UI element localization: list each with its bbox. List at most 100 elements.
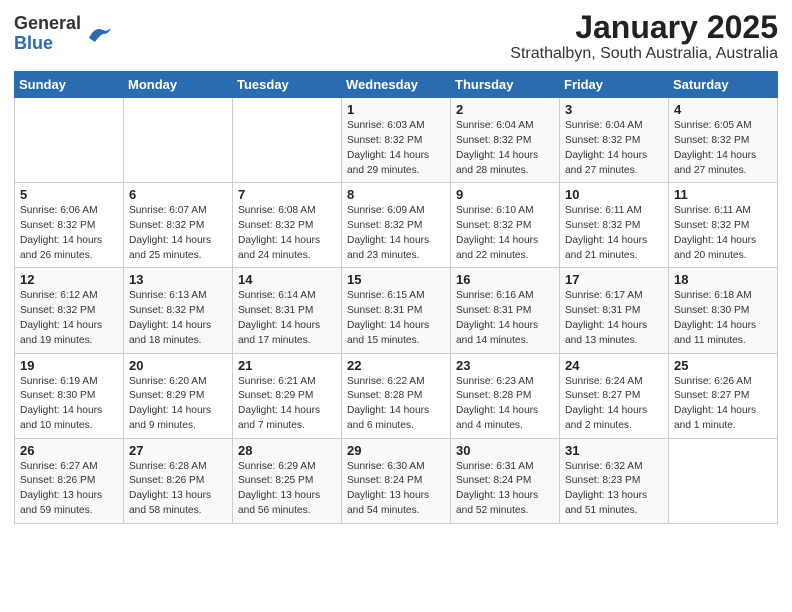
table-row: 5 Sunrise: 6:06 AM Sunset: 8:32 PM Daylig… bbox=[15, 183, 124, 268]
day-number: 12 bbox=[20, 272, 118, 287]
day-number: 18 bbox=[674, 272, 772, 287]
calendar-week-row: 26Sunrise: 6:27 AM Sunset: 8:26 PM Dayli… bbox=[15, 438, 778, 523]
calendar-week-row: 5 Sunrise: 6:06 AM Sunset: 8:32 PM Daylig… bbox=[15, 183, 778, 268]
table-row: 1Sunrise: 6:03 AM Sunset: 8:32 PM Daylig… bbox=[342, 98, 451, 183]
day-info: Sunrise: 6:09 AM Sunset: 8:32 PM Dayligh… bbox=[347, 204, 445, 263]
table-row: 19 Sunrise: 6:19 AM Sunset: 8:30 PM Dayli… bbox=[15, 353, 124, 438]
day-number: 10 bbox=[565, 187, 663, 202]
day-info: Sunrise: 6:13 AM Sunset: 8:32 PM Dayligh… bbox=[129, 289, 227, 348]
day-number: 14 bbox=[238, 272, 336, 287]
day-number: 4 bbox=[674, 102, 772, 117]
table-row: 20 Sunrise: 6:20 AM Sunset: 8:29 PM Dayli… bbox=[124, 353, 233, 438]
table-row: 25 Sunrise: 6:26 AM Sunset: 8:27 PM Dayli… bbox=[669, 353, 778, 438]
calendar-title: January 2025 bbox=[510, 10, 778, 45]
day-number: 11 bbox=[674, 187, 772, 202]
day-info: Sunrise: 6:18 AM Sunset: 8:30 PM Dayligh… bbox=[674, 289, 772, 348]
day-number: 7 bbox=[238, 187, 336, 202]
day-info: Sunrise: 6:06 AM Sunset: 8:32 PM Dayligh… bbox=[20, 204, 118, 263]
table-row: 26Sunrise: 6:27 AM Sunset: 8:26 PM Dayli… bbox=[15, 438, 124, 523]
table-row: 11 Sunrise: 6:11 AM Sunset: 8:32 PM Dayli… bbox=[669, 183, 778, 268]
day-number: 29 bbox=[347, 443, 445, 458]
table-row bbox=[124, 98, 233, 183]
logo: General Blue bbox=[14, 10, 113, 54]
day-info: Sunrise: 6:03 AM Sunset: 8:32 PM Dayligh… bbox=[347, 119, 445, 178]
day-number: 23 bbox=[456, 358, 554, 373]
header-friday: Friday bbox=[560, 72, 669, 98]
table-row bbox=[233, 98, 342, 183]
day-info: Sunrise: 6:22 AM Sunset: 8:28 PM Dayligh… bbox=[347, 375, 445, 434]
day-number: 27 bbox=[129, 443, 227, 458]
calendar-subtitle: Strathalbyn, South Australia, Australia bbox=[510, 45, 778, 63]
day-info: Sunrise: 6:07 AM Sunset: 8:32 PM Dayligh… bbox=[129, 204, 227, 263]
day-info: Sunrise: 6:10 AM Sunset: 8:32 PM Dayligh… bbox=[456, 204, 554, 263]
day-info: Sunrise: 6:11 AM Sunset: 8:32 PM Dayligh… bbox=[565, 204, 663, 263]
table-row: 9Sunrise: 6:10 AM Sunset: 8:32 PM Daylig… bbox=[451, 183, 560, 268]
logo-bird-icon bbox=[85, 24, 113, 44]
day-number: 20 bbox=[129, 358, 227, 373]
calendar-week-row: 12 Sunrise: 6:12 AM Sunset: 8:32 PM Dayli… bbox=[15, 268, 778, 353]
day-number: 2 bbox=[456, 102, 554, 117]
day-info: Sunrise: 6:04 AM Sunset: 8:32 PM Dayligh… bbox=[456, 119, 554, 178]
header-wednesday: Wednesday bbox=[342, 72, 451, 98]
day-number: 17 bbox=[565, 272, 663, 287]
day-info: Sunrise: 6:12 AM Sunset: 8:32 PM Dayligh… bbox=[20, 289, 118, 348]
table-row: 22 Sunrise: 6:22 AM Sunset: 8:28 PM Dayli… bbox=[342, 353, 451, 438]
table-row: 16 Sunrise: 6:16 AM Sunset: 8:31 PM Dayli… bbox=[451, 268, 560, 353]
table-row: 6 Sunrise: 6:07 AM Sunset: 8:32 PM Daylig… bbox=[124, 183, 233, 268]
header-sunday: Sunday bbox=[15, 72, 124, 98]
table-row: 17 Sunrise: 6:17 AM Sunset: 8:31 PM Dayli… bbox=[560, 268, 669, 353]
day-number: 25 bbox=[674, 358, 772, 373]
table-row: 12 Sunrise: 6:12 AM Sunset: 8:32 PM Dayli… bbox=[15, 268, 124, 353]
day-info: Sunrise: 6:04 AM Sunset: 8:32 PM Dayligh… bbox=[565, 119, 663, 178]
header-thursday: Thursday bbox=[451, 72, 560, 98]
day-number: 19 bbox=[20, 358, 118, 373]
table-row: 2 Sunrise: 6:04 AM Sunset: 8:32 PM Daylig… bbox=[451, 98, 560, 183]
day-number: 5 bbox=[20, 187, 118, 202]
day-info: Sunrise: 6:29 AM Sunset: 8:25 PM Dayligh… bbox=[238, 460, 336, 519]
calendar-week-row: 1Sunrise: 6:03 AM Sunset: 8:32 PM Daylig… bbox=[15, 98, 778, 183]
day-info: Sunrise: 6:23 AM Sunset: 8:28 PM Dayligh… bbox=[456, 375, 554, 434]
day-number: 16 bbox=[456, 272, 554, 287]
day-info: Sunrise: 6:28 AM Sunset: 8:26 PM Dayligh… bbox=[129, 460, 227, 519]
table-row: 30Sunrise: 6:31 AM Sunset: 8:24 PM Dayli… bbox=[451, 438, 560, 523]
table-row: 31 Sunrise: 6:32 AM Sunset: 8:23 PM Dayli… bbox=[560, 438, 669, 523]
day-number: 8 bbox=[347, 187, 445, 202]
day-number: 6 bbox=[129, 187, 227, 202]
day-info: Sunrise: 6:17 AM Sunset: 8:31 PM Dayligh… bbox=[565, 289, 663, 348]
table-row bbox=[15, 98, 124, 183]
day-info: Sunrise: 6:11 AM Sunset: 8:32 PM Dayligh… bbox=[674, 204, 772, 263]
table-row: 29 Sunrise: 6:30 AM Sunset: 8:24 PM Dayli… bbox=[342, 438, 451, 523]
table-row: 24Sunrise: 6:24 AM Sunset: 8:27 PM Dayli… bbox=[560, 353, 669, 438]
header-tuesday: Tuesday bbox=[233, 72, 342, 98]
header: General Blue January 2025 Strathalbyn, S… bbox=[14, 10, 778, 63]
table-row: 7 Sunrise: 6:08 AM Sunset: 8:32 PM Daylig… bbox=[233, 183, 342, 268]
table-row: 10 Sunrise: 6:11 AM Sunset: 8:32 PM Dayli… bbox=[560, 183, 669, 268]
day-info: Sunrise: 6:08 AM Sunset: 8:32 PM Dayligh… bbox=[238, 204, 336, 263]
page: General Blue January 2025 Strathalbyn, S… bbox=[0, 0, 792, 612]
table-row: 21Sunrise: 6:21 AM Sunset: 8:29 PM Dayli… bbox=[233, 353, 342, 438]
table-row: 8 Sunrise: 6:09 AM Sunset: 8:32 PM Daylig… bbox=[342, 183, 451, 268]
calendar-week-row: 19 Sunrise: 6:19 AM Sunset: 8:30 PM Dayli… bbox=[15, 353, 778, 438]
table-row: 28Sunrise: 6:29 AM Sunset: 8:25 PM Dayli… bbox=[233, 438, 342, 523]
day-number: 22 bbox=[347, 358, 445, 373]
table-row: 14 Sunrise: 6:14 AM Sunset: 8:31 PM Dayli… bbox=[233, 268, 342, 353]
day-info: Sunrise: 6:26 AM Sunset: 8:27 PM Dayligh… bbox=[674, 375, 772, 434]
day-info: Sunrise: 6:30 AM Sunset: 8:24 PM Dayligh… bbox=[347, 460, 445, 519]
day-info: Sunrise: 6:05 AM Sunset: 8:32 PM Dayligh… bbox=[674, 119, 772, 178]
day-info: Sunrise: 6:16 AM Sunset: 8:31 PM Dayligh… bbox=[456, 289, 554, 348]
day-info: Sunrise: 6:14 AM Sunset: 8:31 PM Dayligh… bbox=[238, 289, 336, 348]
weekday-header-row: Sunday Monday Tuesday Wednesday Thursday… bbox=[15, 72, 778, 98]
day-number: 3 bbox=[565, 102, 663, 117]
table-row: 3 Sunrise: 6:04 AM Sunset: 8:32 PM Daylig… bbox=[560, 98, 669, 183]
day-info: Sunrise: 6:19 AM Sunset: 8:30 PM Dayligh… bbox=[20, 375, 118, 434]
day-number: 15 bbox=[347, 272, 445, 287]
day-number: 31 bbox=[565, 443, 663, 458]
day-info: Sunrise: 6:24 AM Sunset: 8:27 PM Dayligh… bbox=[565, 375, 663, 434]
day-info: Sunrise: 6:20 AM Sunset: 8:29 PM Dayligh… bbox=[129, 375, 227, 434]
header-saturday: Saturday bbox=[669, 72, 778, 98]
day-info: Sunrise: 6:27 AM Sunset: 8:26 PM Dayligh… bbox=[20, 460, 118, 519]
day-info: Sunrise: 6:32 AM Sunset: 8:23 PM Dayligh… bbox=[565, 460, 663, 519]
table-row: 18 Sunrise: 6:18 AM Sunset: 8:30 PM Dayli… bbox=[669, 268, 778, 353]
day-info: Sunrise: 6:31 AM Sunset: 8:24 PM Dayligh… bbox=[456, 460, 554, 519]
day-info: Sunrise: 6:15 AM Sunset: 8:31 PM Dayligh… bbox=[347, 289, 445, 348]
